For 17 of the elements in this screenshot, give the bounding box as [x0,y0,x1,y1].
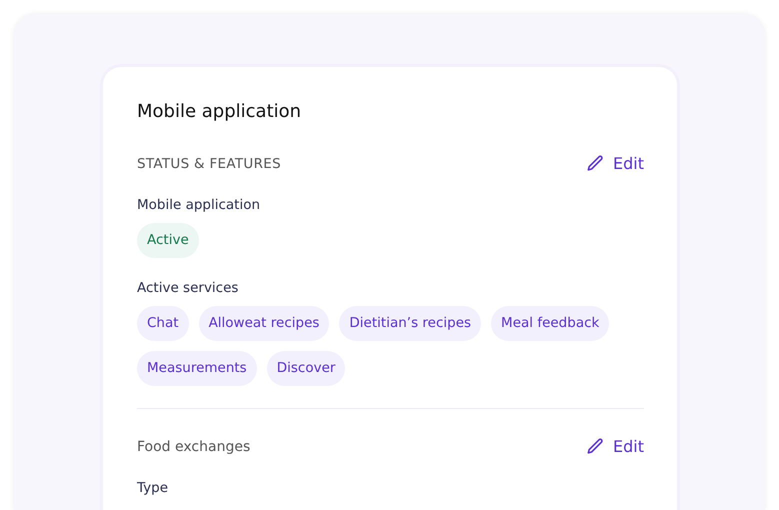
service-tag: Alloweat recipes [198,306,330,341]
field-label: Mobile application [137,197,262,213]
status-badge: Active [137,223,199,258]
section-heading: Food exchanges [137,438,250,454]
edit-button[interactable]: Edit [586,154,644,173]
edit-button[interactable]: Edit [586,437,644,456]
card-title: Mobile application [137,101,302,122]
pencil-icon [586,154,606,173]
field-label: Type [137,480,170,496]
service-tag: Chat [137,306,189,341]
service-tag: Discover [266,351,346,386]
field-label: Active services [137,280,240,296]
service-tag: Meal feedback [491,306,610,341]
service-tag: Measurements [137,351,257,386]
service-tag: Dietitian’s recipes [339,306,482,341]
section-heading: STATUS & FEATURES [137,156,281,172]
pencil-icon [586,437,606,456]
